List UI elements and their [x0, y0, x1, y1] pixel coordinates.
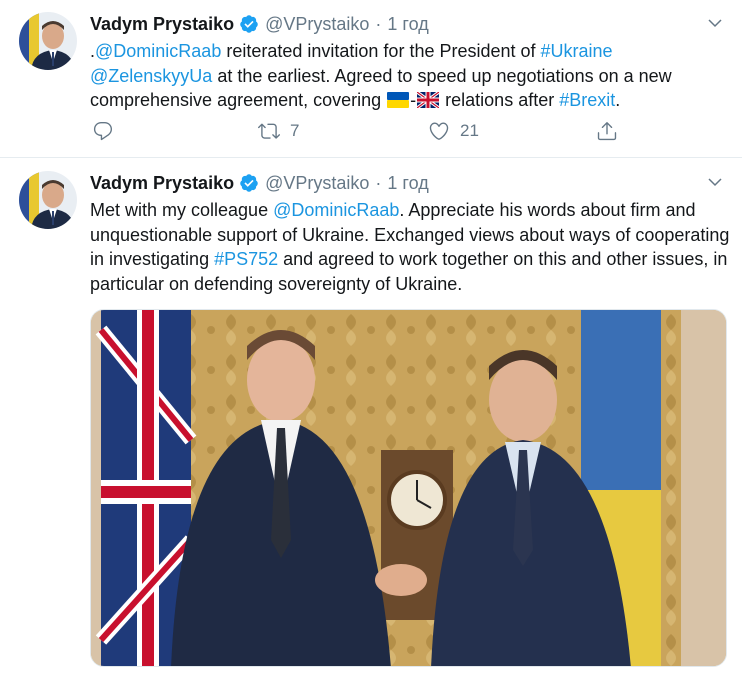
- hashtag-link[interactable]: #PS752: [214, 249, 278, 269]
- avatar[interactable]: [19, 171, 77, 229]
- author-handle[interactable]: @VPrystaiko: [265, 14, 369, 35]
- tweet-header: Vadym Prystaiko @VPrystaiko · 1 год: [90, 171, 429, 195]
- separator: ·: [375, 13, 382, 34]
- verified-badge-icon: [239, 14, 259, 34]
- chevron-down-icon[interactable]: [706, 14, 724, 32]
- chevron-down-icon[interactable]: [706, 173, 724, 191]
- mention-link[interactable]: @ZelenskyyUa: [90, 66, 212, 86]
- share-button[interactable]: [596, 120, 618, 142]
- retweet-count: 7: [290, 121, 300, 140]
- reply-icon: [93, 122, 113, 141]
- timestamp[interactable]: 1 год: [387, 14, 428, 35]
- separator: ·: [375, 172, 382, 193]
- tweet-text: Met with my colleague @DominicRaab. Appr…: [90, 198, 730, 296]
- photo-image: [91, 310, 726, 666]
- hashtag-link[interactable]: #Ukraine: [541, 41, 613, 61]
- retweet-button[interactable]: 7: [258, 120, 299, 142]
- tweet-2[interactable]: Vadym Prystaiko @VPrystaiko · 1 год Met …: [0, 159, 742, 678]
- tweet-header: Vadym Prystaiko @VPrystaiko · 1 год: [90, 12, 429, 36]
- share-icon: [597, 122, 617, 141]
- text-segment: Met with my colleague: [90, 200, 274, 220]
- hashtag-link[interactable]: #Brexit: [559, 90, 615, 110]
- text-segment: -: [410, 90, 417, 110]
- text-segment: reiterated invitation for the President …: [221, 41, 541, 61]
- reply-button[interactable]: [92, 120, 124, 142]
- tweet-1[interactable]: Vadym Prystaiko @VPrystaiko · 1 год . @Do…: [0, 0, 742, 158]
- retweet-icon: [258, 123, 280, 139]
- text-segment: .: [615, 90, 621, 110]
- mention-link[interactable]: @DominicRaab: [95, 41, 221, 61]
- timestamp[interactable]: 1 год: [387, 173, 428, 194]
- author-name[interactable]: Vadym Prystaiko: [90, 173, 234, 194]
- author-handle[interactable]: @VPrystaiko: [265, 173, 369, 194]
- ukraine-flag-icon: [387, 92, 410, 108]
- like-count: 21: [460, 121, 479, 140]
- uk-flag-icon: [417, 92, 440, 108]
- like-button[interactable]: 21: [428, 120, 479, 142]
- heart-icon: [429, 122, 449, 140]
- verified-badge-icon: [239, 173, 259, 193]
- mention-link[interactable]: @DominicRaab: [273, 200, 399, 220]
- avatar[interactable]: [19, 12, 77, 70]
- avatar-image: [19, 12, 77, 70]
- tweet-photo[interactable]: [90, 309, 727, 667]
- author-name[interactable]: Vadym Prystaiko: [90, 14, 234, 35]
- avatar-image: [19, 171, 77, 229]
- text-segment: relations after: [440, 90, 560, 110]
- tweet-actions: 7 21: [90, 120, 630, 148]
- tweet-text: . @DominicRaab reiterated invitation for …: [90, 39, 730, 113]
